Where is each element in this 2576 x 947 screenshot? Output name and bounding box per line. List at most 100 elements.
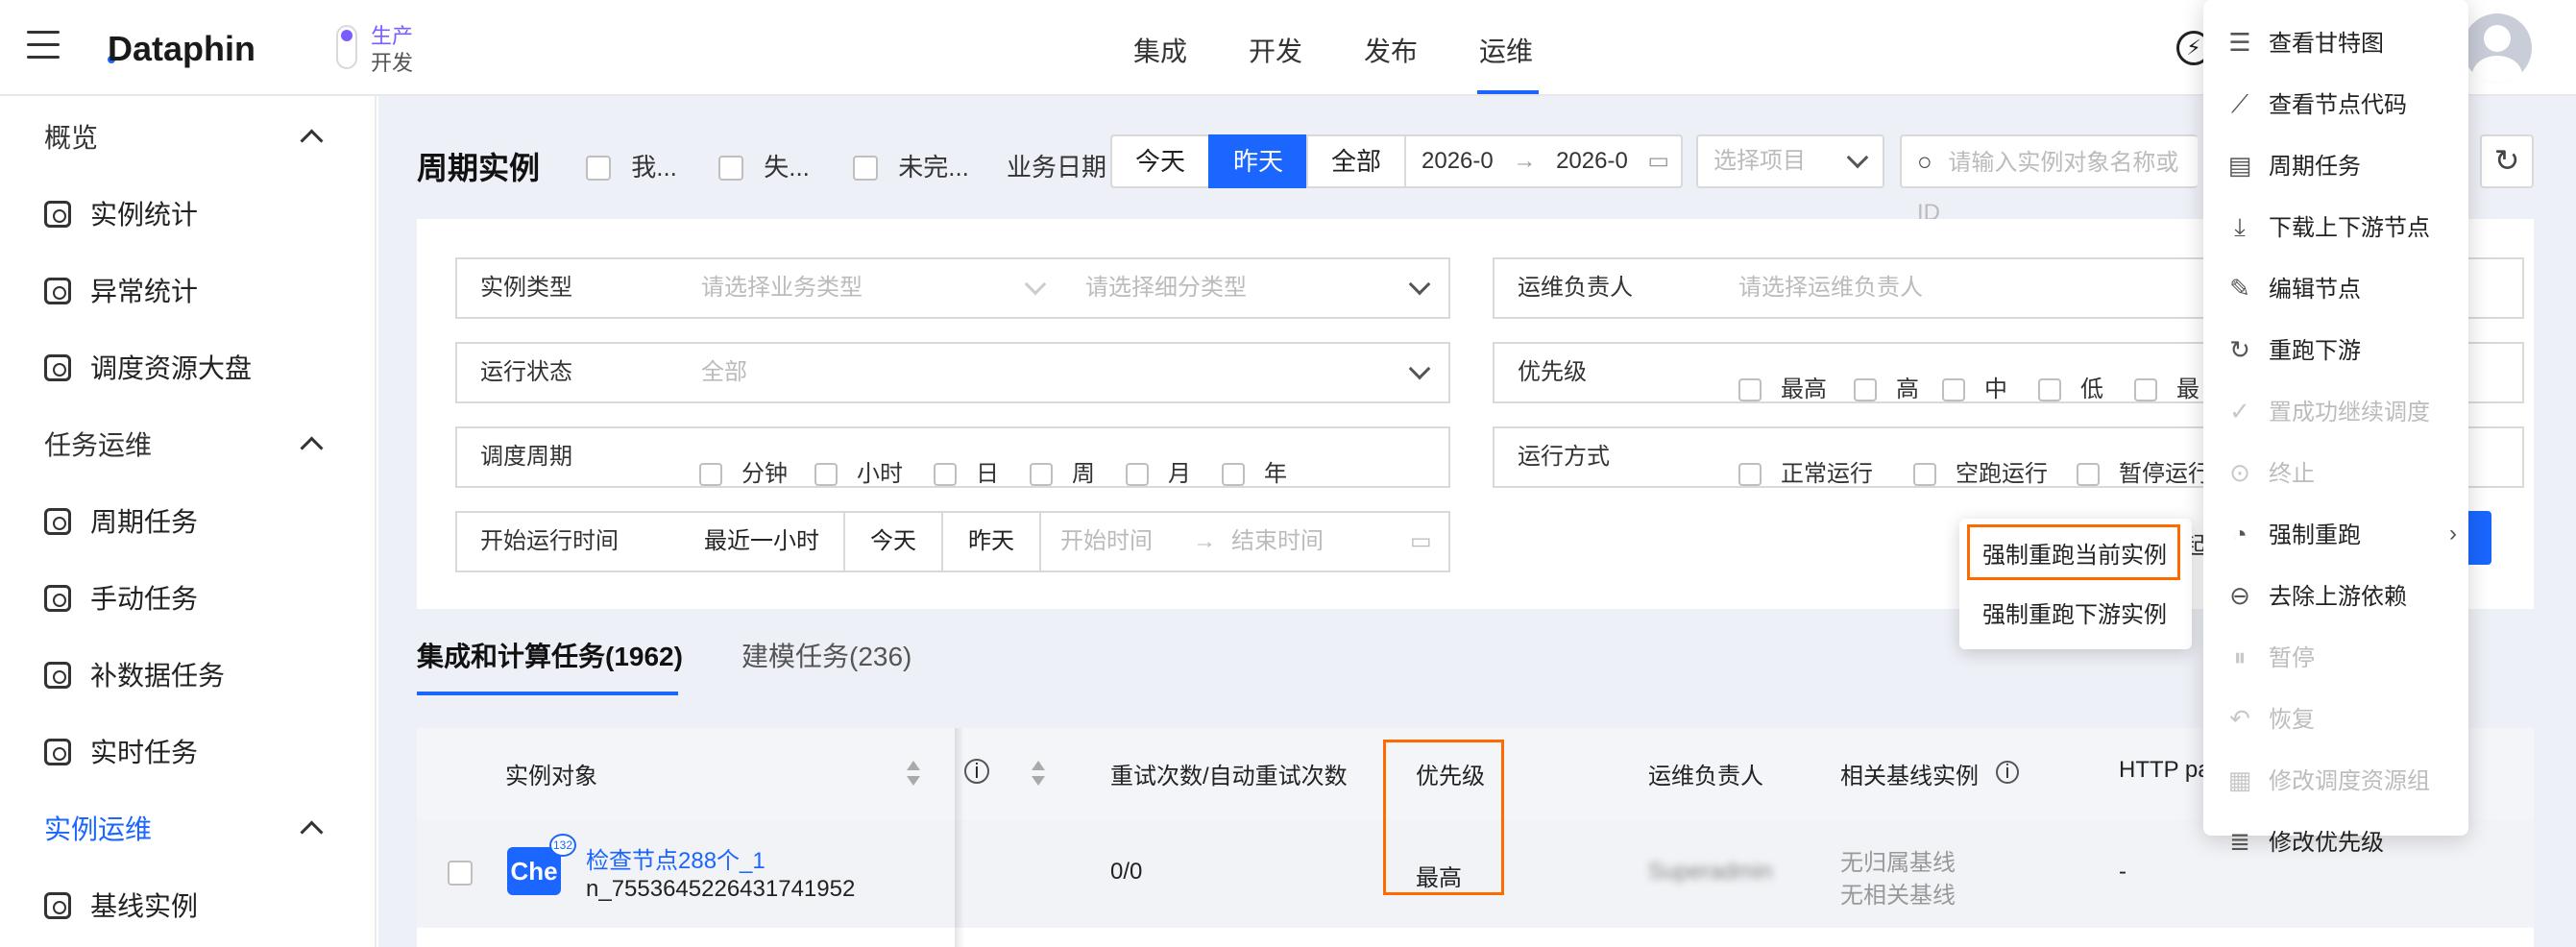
context-menu: ☰ 查看甘特图 ⟋ 查看节点代码 ▤ 周期任务 ⤓ 下载上下游节点 ✎ 编辑节点 ↻ 重跑下… <box>2203 0 2468 856</box>
cycle-option-day[interactable]: 日 <box>934 446 999 503</box>
filter-incomplete-checkbox[interactable]: 未完... <box>853 148 969 183</box>
sub-type-select[interactable]: 请选择细分类型 <box>1064 257 1450 319</box>
sidebar-item-baseline-instances[interactable]: 基线实例 <box>44 886 198 924</box>
checkbox[interactable] <box>1126 463 1149 486</box>
menu-item-download-nodes[interactable]: ⤓ 下载上下游节点 <box>2226 207 2430 246</box>
date-all-button[interactable]: 全部 <box>1306 134 1406 188</box>
checkbox[interactable] <box>814 463 838 486</box>
freeze-shadow <box>955 728 964 947</box>
cycle-option-minute[interactable]: 分钟 <box>699 446 788 503</box>
instance-name-link[interactable]: 检查节点288个_1 <box>586 841 766 875</box>
cycle-option-week[interactable]: 周 <box>1030 446 1095 503</box>
env-dev-label[interactable]: 开发 <box>371 46 413 77</box>
menu-item-remove-upstream[interactable]: ⊖ 去除上游依赖 <box>2226 576 2407 615</box>
checkbox[interactable] <box>1222 463 1245 486</box>
chevron-up-icon[interactable] <box>300 816 321 838</box>
sidebar-group-instance-ops[interactable]: 实例运维 <box>44 809 152 847</box>
calendar-icon[interactable]: ▭ <box>1647 136 1669 186</box>
filter-mine-checkbox[interactable]: 我... <box>586 148 677 183</box>
business-type-select[interactable]: 请选择业务类型 <box>680 257 1066 319</box>
menu-item-rerun-downstream[interactable]: ↻ 重跑下游 <box>2226 330 2361 369</box>
sidebar-group-overview[interactable]: 概览 <box>44 117 98 156</box>
checkbox[interactable] <box>1854 378 1877 401</box>
avatar[interactable] <box>2463 13 2532 83</box>
filter-failed-checkbox[interactable]: 失... <box>718 148 810 183</box>
run-status-select[interactable]: 全部 <box>680 342 1450 403</box>
sidebar-item-resource-dashboard[interactable]: 调度资源大盘 <box>44 348 252 386</box>
force-rerun-downstream-item[interactable]: 强制重跑下游实例 <box>1982 595 2167 629</box>
sidebar-item-exception-stats[interactable]: 异常统计 <box>44 271 198 309</box>
date-yesterday-button[interactable]: 昨天 <box>1208 134 1308 188</box>
cycle-option-year[interactable]: 年 <box>1222 446 1287 503</box>
checkbox[interactable] <box>1942 378 1965 401</box>
project-select[interactable]: 选择项目 <box>1696 134 1884 188</box>
tab-modeling[interactable]: 建模任务(236) <box>741 636 911 674</box>
schedule-cycle-label: 调度周期 <box>455 426 682 488</box>
calendar-icon[interactable]: ▭ <box>1410 513 1432 571</box>
chevron-up-icon[interactable] <box>300 125 321 146</box>
info-icon[interactable]: i <box>964 759 989 784</box>
checkbox[interactable] <box>1913 463 1936 486</box>
menu-item-view-code[interactable]: ⟋ 查看节点代码 <box>2226 85 2407 123</box>
menu-item-force-rerun[interactable]: ◔ 强制重跑 › <box>2226 515 2457 553</box>
sidebar-item-cycle-tasks[interactable]: 周期任务 <box>44 501 198 540</box>
row-checkbox[interactable] <box>448 861 473 886</box>
cycle-option-month[interactable]: 月 <box>1126 446 1191 503</box>
run-mode-normal[interactable]: 正常运行 <box>1738 446 1873 503</box>
search-input[interactable]: ○ 请输入实例对象名称或ID <box>1900 134 2198 226</box>
checkbox[interactable] <box>1738 378 1762 401</box>
sidebar-group-task-ops[interactable]: 任务运维 <box>44 425 152 463</box>
sort-icon[interactable] <box>1032 761 1045 789</box>
today-button[interactable]: 今天 <box>845 513 943 571</box>
checkbox[interactable] <box>718 156 743 181</box>
cycle-option-hour[interactable]: 小时 <box>814 446 903 503</box>
start-time-input[interactable]: 开始时间 <box>1060 513 1153 571</box>
priority-option-lowest[interactable]: 最 <box>2134 361 2199 419</box>
sidebar-item-realtime-tasks[interactable]: 实时任务 <box>44 732 198 770</box>
checkbox[interactable] <box>2038 378 2061 401</box>
menu-item-pause: ⏸ 暂停 <box>2226 638 2315 676</box>
undo-icon: ↶ <box>2229 704 2250 733</box>
resource-icon: ▦ <box>2227 765 2252 794</box>
chevron-right-icon: › <box>2449 521 2457 546</box>
priority-option-medium[interactable]: 中 <box>1942 361 2007 419</box>
date-today-button[interactable]: 今天 <box>1110 134 1210 188</box>
chevron-up-icon[interactable] <box>300 432 321 453</box>
nav-integration[interactable]: 集成 <box>1133 31 1187 69</box>
sort-icon[interactable] <box>907 761 920 789</box>
checkbox[interactable] <box>853 156 878 181</box>
end-time-input[interactable]: 结束时间 <box>1231 513 1324 571</box>
checkbox[interactable] <box>2134 378 2157 401</box>
menu-item-cycle-task[interactable]: ▤ 周期任务 <box>2226 146 2361 184</box>
checkbox[interactable] <box>934 463 957 486</box>
run-mode-dry[interactable]: 空跑运行 <box>1913 446 2048 503</box>
tab-integration-compute[interactable]: 集成和计算任务(1962) <box>417 636 683 674</box>
menu-item-gantt[interactable]: ☰ 查看甘特图 <box>2226 23 2384 61</box>
checkbox[interactable] <box>2077 463 2100 486</box>
refresh-icon[interactable]: ↻ <box>2480 134 2534 188</box>
yesterday-button[interactable]: 昨天 <box>943 513 1041 571</box>
menu-item-edit-node[interactable]: ✎ 编辑节点 <box>2226 269 2361 307</box>
sidebar-item-backfill-tasks[interactable]: 补数据任务 <box>44 655 225 693</box>
menu-item-change-priority[interactable]: ≣ 修改优先级 <box>2226 822 2384 861</box>
nav-active-indicator <box>1477 90 1539 94</box>
menu-icon[interactable] <box>27 31 60 61</box>
checkbox[interactable] <box>586 156 611 181</box>
checkbox[interactable] <box>1030 463 1053 486</box>
priority-option-low[interactable]: 低 <box>2038 361 2103 419</box>
date-range-input[interactable]: 2026-0 → 2026-0 ▭ <box>1404 134 1683 188</box>
nav-develop[interactable]: 开发 <box>1249 31 1302 69</box>
priority-option-highest[interactable]: 最高 <box>1738 361 1827 419</box>
run-mode-paused[interactable]: 暂停运行 <box>2077 446 2211 503</box>
info-icon[interactable]: i <box>1996 761 2019 784</box>
col-baseline: 相关基线实例 <box>1840 764 1979 789</box>
priority-option-high[interactable]: 高 <box>1854 361 1919 419</box>
sidebar-item-manual-tasks[interactable]: 手动任务 <box>44 578 198 617</box>
checkbox[interactable] <box>1738 463 1762 486</box>
nav-publish[interactable]: 发布 <box>1364 31 1418 69</box>
env-toggle[interactable] <box>336 25 357 69</box>
nav-ops[interactable]: 运维 <box>1479 31 1533 69</box>
sidebar-item-instance-stats[interactable]: 实例统计 <box>44 194 198 232</box>
checkbox[interactable] <box>699 463 722 486</box>
last-hour-button[interactable]: 最近一小时 <box>680 513 845 571</box>
